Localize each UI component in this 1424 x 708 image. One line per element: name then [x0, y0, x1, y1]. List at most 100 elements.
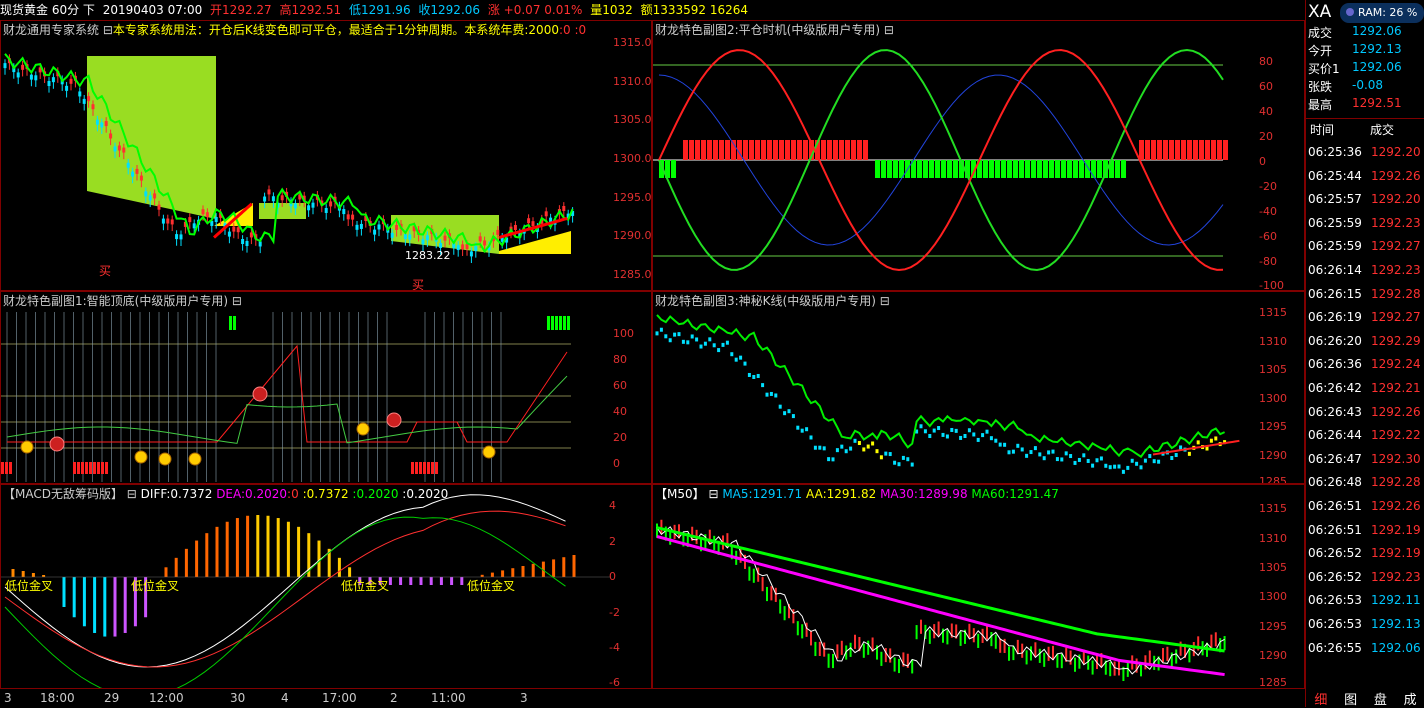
y-tick: 1285.0	[613, 268, 652, 281]
signal-bar	[755, 140, 760, 160]
tick-time: 06:26:36	[1308, 357, 1362, 372]
tick-price: 1292.20	[1371, 145, 1421, 159]
candle-body	[756, 373, 760, 378]
candle-body	[1016, 443, 1020, 448]
tick-price: 1292.28	[1371, 475, 1421, 490]
tick-price: 1292.26	[1371, 499, 1421, 513]
candle-body	[1011, 449, 1015, 454]
candle-body	[513, 225, 517, 231]
signal-bar	[707, 140, 712, 160]
signal-bar	[773, 140, 778, 160]
signal-bar	[105, 462, 108, 474]
sub-chart-1-panel[interactable]: 财龙特色副图1:智能顶底(中级版用户专用) ⊟ 100 80 60 40 20 …	[0, 291, 652, 484]
candle-body	[765, 392, 769, 397]
candle-body	[813, 445, 817, 450]
candle-body	[1077, 457, 1081, 462]
candle-body	[355, 224, 359, 230]
candle-body	[131, 171, 135, 177]
candle-body	[267, 189, 271, 195]
y-tick: 1290	[1259, 449, 1287, 462]
candle-body	[421, 239, 425, 245]
smile-marker	[20, 440, 34, 454]
candle-body	[109, 133, 113, 139]
y-tick: 80	[1259, 55, 1273, 68]
macd-title: 【MACD无敌筹码版】 ⊟ DIFF:0.7372 DEA:0.2020:0 :…	[3, 486, 448, 502]
candle-body	[950, 427, 954, 432]
signal-bar	[423, 462, 426, 474]
tick-time: 06:26:20	[1308, 333, 1362, 348]
main-chart-panel[interactable]: 财龙通用专家系统 ⊟本专家系统用法：开仓后K线变色即可平仓，最适合于1分钟周期。…	[0, 20, 652, 291]
sub-chart-3-panel[interactable]: 财龙特色副图3:神秘K线(中级版用户专用) ⊟ 1315 1310 1305 1…	[652, 291, 1305, 484]
signal-bar	[5, 462, 8, 474]
candle-body	[1157, 459, 1161, 464]
y-tick: 0	[609, 570, 616, 583]
candle-body	[1187, 451, 1191, 456]
y-tick: 1315.0	[613, 36, 652, 49]
signal-bar	[73, 462, 76, 474]
candle-body	[377, 224, 381, 230]
tick-price: 1292.11	[1371, 593, 1421, 608]
candle-body	[805, 427, 809, 432]
candle-body	[1135, 461, 1139, 466]
candle-body	[809, 435, 813, 440]
tick-time: 06:26:51	[1308, 522, 1362, 537]
signal-bar	[101, 462, 104, 474]
symbol-label[interactable]: XA	[1308, 2, 1331, 22]
signal-bar	[555, 316, 558, 330]
smile-marker	[134, 450, 148, 464]
y-tick: 1285	[1259, 676, 1287, 689]
smile-marker	[482, 445, 496, 459]
tick-time: 06:26:44	[1308, 428, 1362, 443]
candle-body	[311, 202, 315, 208]
candle-body	[1038, 452, 1042, 457]
y-tick: 1300	[1259, 392, 1287, 405]
sub-chart-1-canvas	[1, 312, 571, 482]
signal-bar	[81, 462, 84, 474]
tab-depth[interactable]: 盘	[1374, 689, 1387, 708]
candle-body	[1117, 464, 1121, 469]
macd-diff: DIFF:0.7372	[140, 487, 213, 501]
candle-body	[1143, 458, 1147, 463]
signal-bar	[1115, 160, 1120, 178]
tick-price: 1292.19	[1371, 546, 1421, 561]
signal-bar	[233, 316, 236, 330]
tab-trades[interactable]: 成	[1404, 689, 1417, 708]
candle-body	[840, 444, 844, 449]
candle-body	[932, 428, 936, 433]
candle-body	[1139, 465, 1143, 470]
candle-body	[157, 204, 161, 210]
signal-bar	[887, 160, 892, 178]
candle-body	[800, 428, 804, 433]
candle-body	[483, 240, 487, 246]
signal-bar	[415, 462, 418, 474]
candle-body	[280, 195, 284, 201]
sub-chart-2-title: 财龙特色副图2:平仓时机(中级版用户专用) ⊟	[655, 23, 894, 37]
tick-time: 06:25:44	[1308, 168, 1362, 183]
sub-chart-2-panel[interactable]: 财龙特色副图2:平仓时机(中级版用户专用) ⊟ 80 60 40 20 0 -2…	[652, 20, 1305, 291]
bar-amount: 额1333592 16264	[640, 3, 749, 17]
m50-panel[interactable]: 【M50】 ⊟ MA5:1291.71 AA:1291.82 MA30:1289…	[652, 484, 1305, 689]
tick-price: 1292.23	[1371, 215, 1421, 230]
candle-body	[527, 218, 531, 224]
tick-time: 06:25:59	[1308, 215, 1362, 230]
signal-bar	[695, 140, 700, 160]
y-tick: -80	[1259, 255, 1277, 268]
macd-panel[interactable]: 【MACD无敌筹码版】 ⊟ DIFF:0.7372 DEA:0.2020:0 :…	[0, 484, 652, 689]
signal-bar	[1037, 160, 1042, 178]
candle-body	[712, 343, 716, 348]
m50-aa: AA:1291.82	[806, 487, 877, 501]
alert-marker	[252, 386, 268, 402]
quote-label: 成交	[1308, 26, 1333, 40]
signal-bar	[893, 160, 898, 178]
y-tick: 2	[609, 535, 616, 548]
signal-bar	[1001, 160, 1006, 178]
candle-body	[747, 372, 751, 377]
y-tick: -100	[1259, 279, 1284, 291]
candle-body	[1060, 457, 1064, 462]
signal-bar	[93, 462, 96, 474]
tab-chart[interactable]: 图	[1344, 689, 1357, 708]
tick-time: 06:26:52	[1308, 569, 1362, 584]
sub1-y-axis: 100 80 60 40 20 0	[613, 292, 651, 483]
tab-detail[interactable]: 细	[1314, 689, 1327, 708]
candle-body	[849, 446, 853, 451]
